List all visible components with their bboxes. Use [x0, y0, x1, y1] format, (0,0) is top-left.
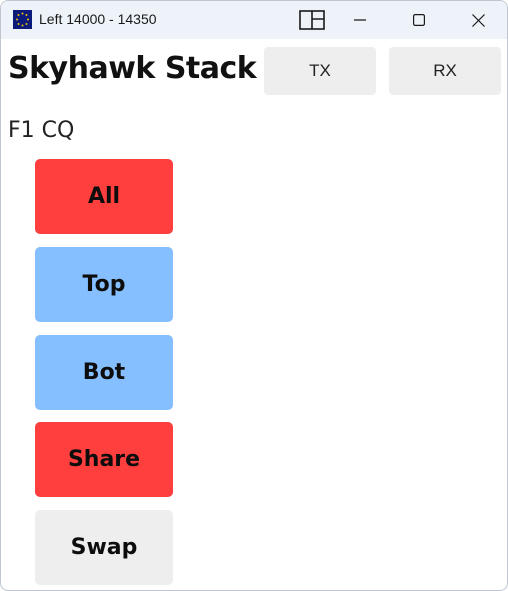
- close-icon: [471, 13, 485, 27]
- close-button[interactable]: [455, 1, 501, 39]
- maximize-button[interactable]: [396, 1, 442, 39]
- top-button[interactable]: Top: [35, 247, 173, 322]
- window-title: Left 14000 - 14350: [39, 11, 157, 27]
- mode-label: F1 CQ: [8, 118, 75, 143]
- share-button[interactable]: Share: [35, 422, 173, 497]
- page-title: Skyhawk Stack: [8, 51, 257, 86]
- minimize-button[interactable]: [337, 1, 383, 39]
- app-window: Left 14000 - 14350 Skyhawk Stack TX RX F…: [0, 0, 508, 591]
- all-button[interactable]: All: [35, 159, 173, 234]
- maximize-icon: [413, 14, 425, 26]
- tx-button[interactable]: TX: [264, 47, 376, 95]
- title-bar[interactable]: Left 14000 - 14350: [1, 1, 507, 39]
- snap-layout-button[interactable]: [289, 1, 335, 39]
- rx-button[interactable]: RX: [389, 47, 501, 95]
- minimize-icon: [354, 14, 366, 26]
- snap-layout-icon: [299, 10, 325, 30]
- bot-button[interactable]: Bot: [35, 335, 173, 410]
- swap-button[interactable]: Swap: [35, 510, 173, 585]
- app-star-icon: [13, 10, 32, 29]
